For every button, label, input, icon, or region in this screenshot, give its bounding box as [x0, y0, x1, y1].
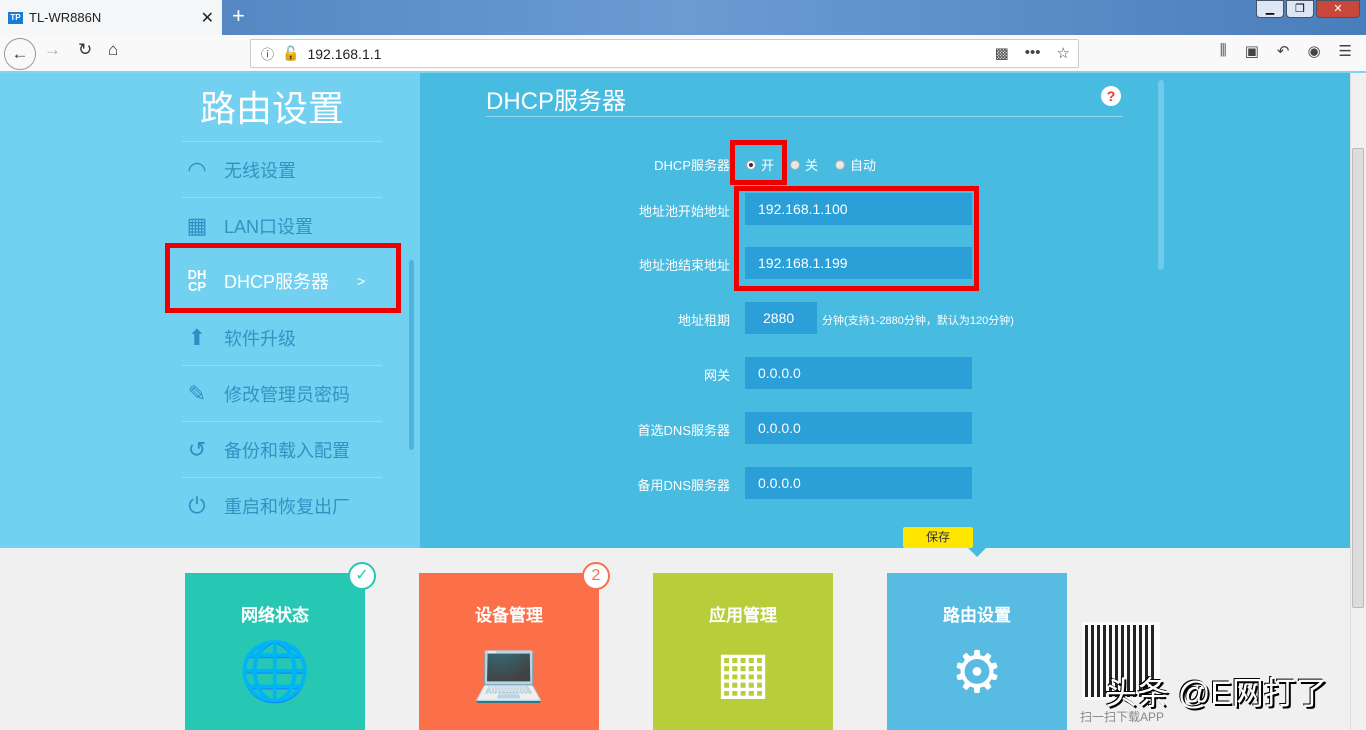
upload-icon: ⬆: [182, 325, 212, 351]
info-icon[interactable]: ⓘ: [261, 44, 274, 63]
url-bar[interactable]: ⓘ 🔓 192.168.1.1 ▩ ••• ☆: [250, 39, 1079, 68]
lease-hint: 分钟(支持1-2880分钟，默认为120分钟): [822, 312, 1014, 328]
main-scrollbar[interactable]: [1158, 80, 1164, 270]
lan-port-icon: ▦: [182, 213, 212, 239]
tile-icon: 💻: [419, 638, 599, 706]
field-label: 首选DNS服务器: [638, 420, 730, 439]
sync-icon[interactable]: ◉: [1307, 42, 1320, 60]
sidebar-item-5[interactable]: ↺ 备份和载入配置: [182, 421, 382, 477]
tile-icon: ▦: [653, 638, 833, 706]
sidebar-item-label: 重启和恢复出厂: [224, 493, 350, 519]
tile-2[interactable]: 应用管理 ▦: [653, 573, 833, 730]
radio-button[interactable]: [790, 160, 800, 170]
sidebar-item-label: 备份和载入配置: [224, 437, 350, 463]
field-input[interactable]: 0.0.0.0: [745, 412, 972, 444]
home-button[interactable]: ⌂: [108, 40, 118, 60]
tile-icon: ⚙: [887, 638, 1067, 706]
highlight-box: [734, 186, 979, 291]
window-controls: ▁ ❐ ✕: [1256, 0, 1360, 18]
bookmark-star-icon[interactable]: ☆: [1057, 44, 1070, 62]
highlight-box: [165, 243, 401, 313]
undo-icon[interactable]: ↶: [1277, 42, 1290, 60]
sidebar-item-6[interactable]: ⏻ 重启和恢复出厂: [182, 477, 382, 533]
reload-button[interactable]: ↻: [78, 40, 92, 60]
divider: [486, 116, 1123, 117]
sidebar-item-3[interactable]: ⬆ 软件升级: [182, 309, 382, 365]
scan-download-text: 扫一扫下载APP: [1080, 708, 1164, 725]
sidebar-item-label: LAN口设置: [224, 213, 313, 239]
page-title: DHCP服务器: [486, 81, 626, 116]
tile-3[interactable]: 路由设置 ⚙: [887, 573, 1067, 730]
insecure-lock-icon: 🔓: [282, 45, 299, 62]
help-icon[interactable]: ?: [1101, 86, 1121, 106]
sidebar-item-label: 软件升级: [224, 325, 296, 351]
tile-label: 应用管理: [653, 601, 833, 626]
tile-1[interactable]: 设备管理 💻: [419, 573, 599, 730]
menu-icon[interactable]: ☰: [1339, 42, 1352, 60]
tile-badge: ✓: [348, 562, 376, 590]
field-label: 备用DNS服务器: [638, 475, 730, 494]
field-input[interactable]: 0.0.0.0: [745, 357, 972, 389]
field-input[interactable]: 0.0.0.0: [745, 467, 972, 499]
browser-tab[interactable]: TP TL-WR886N ✕: [0, 0, 222, 35]
dhcp-server-label: DHCP服务器: [654, 155, 730, 174]
close-window-button[interactable]: ✕: [1316, 0, 1360, 18]
url-text[interactable]: 192.168.1.1: [307, 46, 381, 62]
pencil-icon: ✎: [182, 381, 212, 407]
history-icon: ↺: [182, 437, 212, 463]
radio-off[interactable]: 关: [790, 155, 818, 174]
radio-button[interactable]: [835, 160, 845, 170]
library-icon[interactable]: ⫼: [1220, 42, 1227, 60]
field-label: 地址租期: [678, 310, 730, 329]
save-pointer: [968, 548, 986, 557]
power-icon: ⏻: [182, 493, 212, 519]
tile-icon: 🌐: [185, 638, 365, 706]
tab-title: TL-WR886N: [29, 10, 101, 25]
tp-link-favicon: TP: [8, 12, 23, 24]
close-tab-icon[interactable]: ✕: [201, 8, 214, 28]
radio-auto[interactable]: 自动: [835, 155, 876, 174]
minimize-button[interactable]: ▁: [1256, 0, 1284, 18]
nav-toolbar: ← → ↻ ⌂ ⓘ 🔓 192.168.1.1 ▩ ••• ☆ ⫼ ▣ ↶ ◉ …: [0, 35, 1366, 73]
tile-0[interactable]: 网络状态 🌐: [185, 573, 365, 730]
new-tab-button[interactable]: +: [232, 3, 245, 29]
tile-label: 设备管理: [419, 601, 599, 626]
highlight-box: [730, 140, 787, 185]
field-label: 地址池开始地址: [639, 201, 730, 220]
sidebar-title: 路由设置: [200, 80, 344, 132]
tile-badge: 2: [582, 562, 610, 590]
maximize-button[interactable]: ❐: [1286, 0, 1314, 18]
back-button[interactable]: ←: [4, 38, 36, 70]
field-label: 地址池结束地址: [639, 255, 730, 274]
page-scrollbar-thumb[interactable]: [1352, 148, 1364, 608]
save-button[interactable]: 保存: [903, 527, 973, 548]
field-label: 网关: [704, 365, 730, 384]
sidebar-item-label: 无线设置: [224, 157, 296, 183]
radio-label: 关: [805, 155, 818, 174]
sidebar-item-0[interactable]: ◠ 无线设置: [182, 141, 382, 197]
field-input[interactable]: 2880: [745, 302, 817, 334]
qr-code-icon[interactable]: ▩: [995, 44, 1009, 62]
radio-label: 自动: [850, 155, 876, 174]
sidebar-item-4[interactable]: ✎ 修改管理员密码: [182, 365, 382, 421]
tile-label: 网络状态: [185, 601, 365, 626]
forward-button[interactable]: →: [44, 40, 61, 60]
sidebar-scrollbar[interactable]: [409, 260, 414, 450]
sidebar-item-label: 修改管理员密码: [224, 381, 350, 407]
sidebar-icon[interactable]: ▣: [1245, 42, 1259, 60]
more-actions-icon[interactable]: •••: [1025, 44, 1041, 62]
wifi-icon: ◠: [182, 157, 212, 183]
tile-label: 路由设置: [887, 601, 1067, 626]
